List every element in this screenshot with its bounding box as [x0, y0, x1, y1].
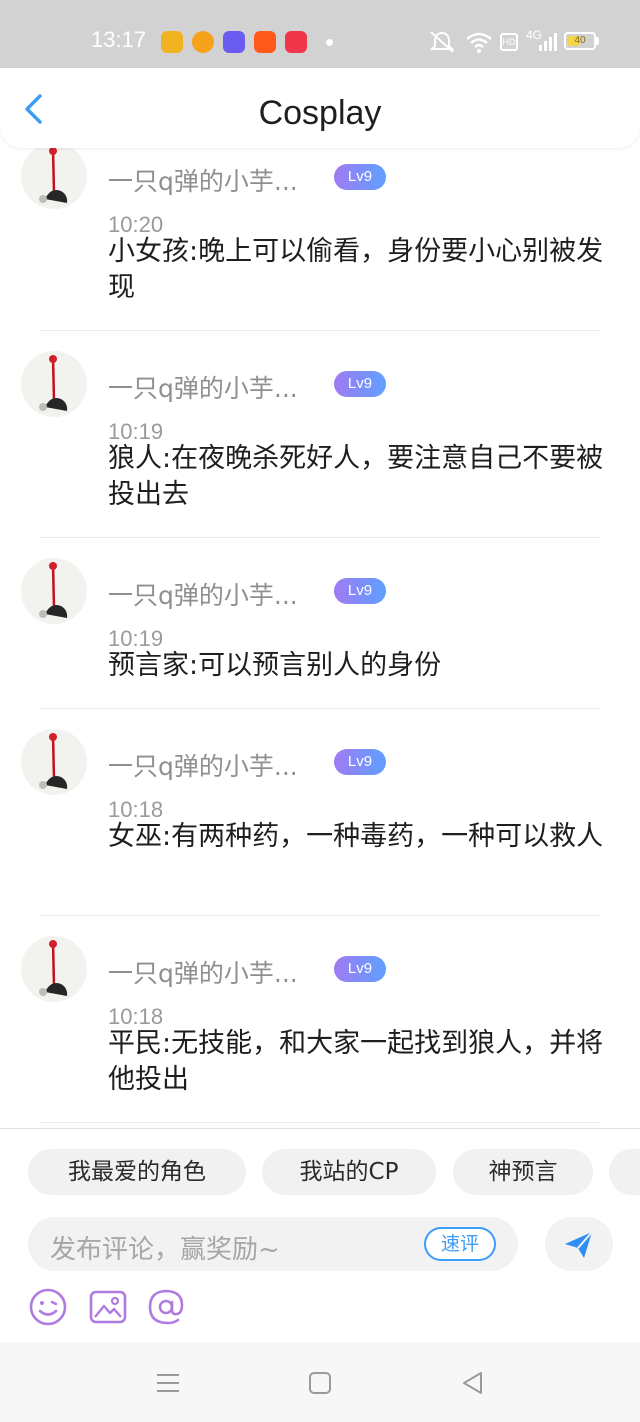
- username[interactable]: 一只q弹的小芋...: [108, 369, 298, 405]
- top-app-bar: Cosplay: [0, 68, 640, 148]
- quick-tag-chip[interactable]: [609, 1149, 640, 1195]
- status-time: 13:17: [91, 27, 147, 52]
- maps-app-icon: [223, 31, 245, 53]
- send-button[interactable]: [545, 1217, 613, 1271]
- image-icon[interactable]: [88, 1287, 128, 1327]
- username[interactable]: 一只q弹的小芋...: [108, 747, 298, 783]
- avatar[interactable]: [21, 148, 87, 209]
- level-badge: Lv9: [334, 578, 386, 604]
- battery-level: 40: [574, 35, 586, 46]
- menu-icon[interactable]: [153, 1368, 183, 1398]
- status-bar: 13:17 HD 4G 40: [0, 0, 640, 68]
- avatar[interactable]: [21, 351, 87, 417]
- comment-text: 预言家:可以预言别人的身份: [108, 650, 442, 681]
- emoji-icon[interactable]: [28, 1287, 68, 1327]
- comment-item: 一只q弹的小芋... Lv9 10:20 小女孩:晚上可以偷看，身份要小心别被发…: [0, 148, 640, 330]
- home-icon[interactable]: [305, 1368, 335, 1398]
- divider: [40, 1122, 600, 1123]
- battery-icon: 40: [564, 32, 596, 50]
- avatar[interactable]: [21, 558, 87, 624]
- mention-icon[interactable]: [146, 1287, 186, 1327]
- comment-item: 一只q弹的小芋... Lv9 10:19 狼人:在夜晚杀死好人，要注意自己不要被…: [0, 331, 640, 537]
- comment-input[interactable]: 发布评论，赢奖励~ 速评: [28, 1217, 518, 1271]
- recorder-app-icon: [285, 31, 307, 53]
- wifi-icon: [466, 32, 492, 53]
- avatar[interactable]: [21, 936, 87, 1002]
- quick-tag-chip[interactable]: 我站的CP: [262, 1149, 436, 1195]
- comment-text: 女巫:有两种药，一种毒药，一种可以救人: [108, 821, 604, 852]
- avatar[interactable]: [21, 729, 87, 795]
- mute-icon: [429, 31, 455, 53]
- level-badge: Lv9: [334, 749, 386, 775]
- comment-item: 一只q弹的小芋... Lv9 10:19 预言家:可以预言别人的身份: [0, 538, 640, 708]
- username[interactable]: 一只q弹的小芋...: [108, 162, 298, 198]
- signal-icon: [539, 33, 557, 51]
- notification-dot-icon: [326, 39, 333, 46]
- comment-text: 狼人:在夜晚杀死好人，要注意自己不要被投出去: [108, 443, 604, 510]
- quick-tag-chip[interactable]: 神预言: [453, 1149, 593, 1195]
- system-navigation-bar: [0, 1342, 640, 1422]
- hd-indicator: HD: [500, 33, 518, 51]
- comment-text: 小女孩:晚上可以偷看，身份要小心别被发现: [108, 236, 604, 303]
- back-triangle-icon[interactable]: [458, 1368, 488, 1398]
- shield-app-icon: [161, 31, 183, 53]
- send-icon: [565, 1231, 593, 1258]
- quick-comment-button[interactable]: 速评: [424, 1227, 496, 1261]
- kuaishou-icon: [254, 31, 276, 53]
- comment-item: 一只q弹的小芋... Lv9 10:18 平民:无技能，和大家一起找到狼人，并将…: [0, 916, 640, 1122]
- page-title: Cosplay: [258, 94, 382, 132]
- comment-list[interactable]: 一只q弹的小芋... Lv9 10:20 小女孩:晚上可以偷看，身份要小心别被发…: [0, 148, 640, 1128]
- comment-item: 一只q弹的小芋... Lv9 10:18 女巫:有两种药，一种毒药，一种可以救人: [0, 709, 640, 915]
- weibo-icon: [192, 31, 214, 53]
- comment-input-placeholder: 发布评论，赢奖励~: [50, 1235, 280, 1265]
- username[interactable]: 一只q弹的小芋...: [108, 576, 298, 612]
- level-badge: Lv9: [334, 164, 386, 190]
- quick-tag-chip[interactable]: 我最爱的角色: [28, 1149, 246, 1195]
- level-badge: Lv9: [334, 371, 386, 397]
- username[interactable]: 一只q弹的小芋...: [108, 954, 298, 990]
- comment-composer-panel: 我最爱的角色 我站的CP 神预言 发布评论，赢奖励~ 速评: [0, 1128, 640, 1342]
- level-badge: Lv9: [334, 956, 386, 982]
- comment-text: 平民:无技能，和大家一起找到狼人，并将他投出: [108, 1028, 604, 1095]
